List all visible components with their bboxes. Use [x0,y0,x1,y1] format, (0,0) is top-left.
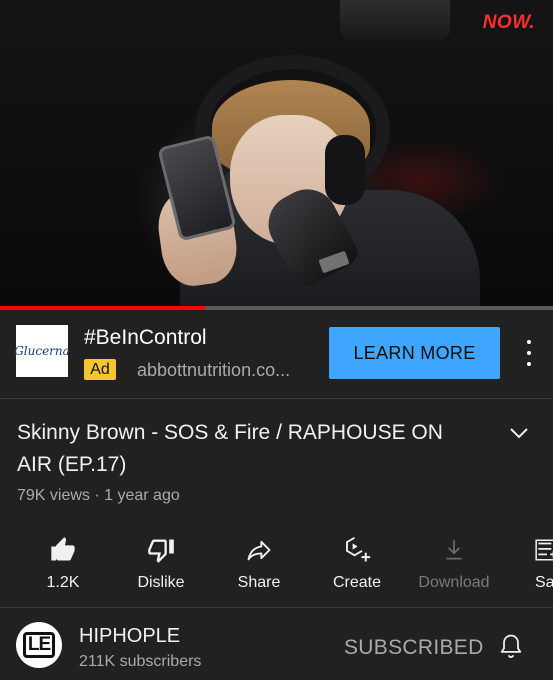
dislike-button[interactable]: Dislike [116,530,206,592]
subscribed-button[interactable]: SUBSCRIBED [344,636,484,660]
create-button[interactable]: Create [312,530,402,592]
studio-light [340,0,450,40]
ad-badge: Ad [84,359,116,380]
like-button[interactable]: 1.2K [18,530,108,592]
create-label: Create [332,574,382,591]
chevron-down-icon[interactable] [508,425,530,441]
thumbs-up-icon [51,537,75,561]
divider [0,398,553,399]
thumbs-down-icon [148,539,174,563]
ad-logo[interactable]: Glucerna [14,325,70,377]
ad-domain[interactable]: abbottnutrition.co... [137,360,290,381]
save-icon [535,539,553,561]
like-count: 1.2K [46,574,80,591]
more-vert-icon[interactable] [520,340,538,366]
dislike-label: Dislike [137,574,185,591]
channel-name[interactable]: HIPHOPLE [79,625,180,648]
bell-icon[interactable] [497,630,525,662]
download-icon [446,540,462,560]
video-meta: 79K views · 1 year ago [17,487,180,504]
ad-banner[interactable]: Glucerna #BeInControl Ad abbottnutrition… [0,310,553,398]
save-button[interactable]: Sa [500,530,553,592]
ad-title[interactable]: #BeInControl [84,326,207,350]
subscriber-count: 211K subscribers [79,653,202,670]
learn-more-button[interactable]: LEARN MORE [329,327,500,379]
avatar[interactable]: LE [16,622,62,668]
video-title[interactable]: Skinny Brown - SOS & Fire / RAPHOUSE ON … [17,417,477,481]
save-label: Sa [535,574,553,591]
video-subject [140,40,480,310]
share-icon [247,540,271,561]
download-button[interactable]: Download [409,530,499,592]
avatar-text: LE [22,632,56,658]
ad-logo-text: Glucerna [14,344,70,358]
create-icon [346,536,371,562]
channel-watermark: NOW. [482,12,535,33]
download-label: Download [418,574,490,591]
share-button[interactable]: Share [214,530,304,592]
channel-row[interactable]: LE HIPHOPLE 211K subscribers SUBSCRIBED [0,608,553,680]
video-player[interactable]: NOW. [0,0,553,310]
share-label: Share [237,574,281,591]
